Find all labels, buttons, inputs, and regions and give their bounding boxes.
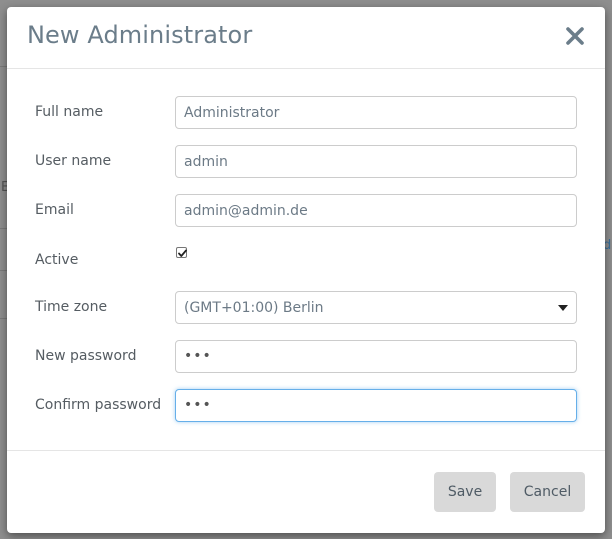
user-name-label: User name: [35, 153, 112, 169]
time-zone-select[interactable]: (GMT+01:00) Berlin: [175, 291, 577, 324]
close-button[interactable]: [563, 23, 587, 49]
checkmark-icon: [178, 249, 187, 257]
email-label: Email: [35, 202, 74, 218]
new-administrator-dialog: New Administrator Full name User name Em…: [7, 7, 605, 533]
email-input[interactable]: [175, 194, 577, 227]
dialog-title: New Administrator: [27, 21, 253, 49]
form-row-user-name: User name: [7, 145, 605, 178]
save-button[interactable]: Save: [434, 472, 496, 512]
time-zone-value: (GMT+01:00) Berlin: [184, 300, 324, 316]
time-zone-label: Time zone: [35, 299, 108, 315]
new-password-label: New password: [35, 348, 137, 364]
form-row-active: Active: [7, 247, 605, 280]
user-name-input[interactable]: [175, 145, 577, 178]
dialog-footer: Save Cancel: [7, 450, 605, 534]
form-row-time-zone: Time zone (GMT+01:00) Berlin: [7, 291, 605, 324]
full-name-label: Full name: [35, 104, 104, 120]
form-row-new-password: New password •••: [7, 340, 605, 373]
form-row-confirm-password: Confirm password •••: [7, 389, 605, 422]
form-row-full-name: Full name: [7, 96, 605, 129]
new-password-mask: •••: [184, 348, 212, 364]
close-icon: [566, 27, 584, 45]
dialog-header: New Administrator: [7, 7, 605, 69]
full-name-input[interactable]: [175, 96, 577, 129]
caret-down-icon: [558, 305, 568, 311]
confirm-password-input[interactable]: •••: [175, 389, 577, 422]
confirm-password-label: Confirm password: [35, 397, 162, 413]
active-label: Active: [35, 252, 79, 268]
cancel-button[interactable]: Cancel: [510, 472, 585, 512]
new-password-input[interactable]: •••: [175, 340, 577, 373]
form-row-email: Email: [7, 194, 605, 227]
confirm-password-mask: •••: [184, 397, 212, 413]
active-checkbox[interactable]: [176, 247, 187, 258]
